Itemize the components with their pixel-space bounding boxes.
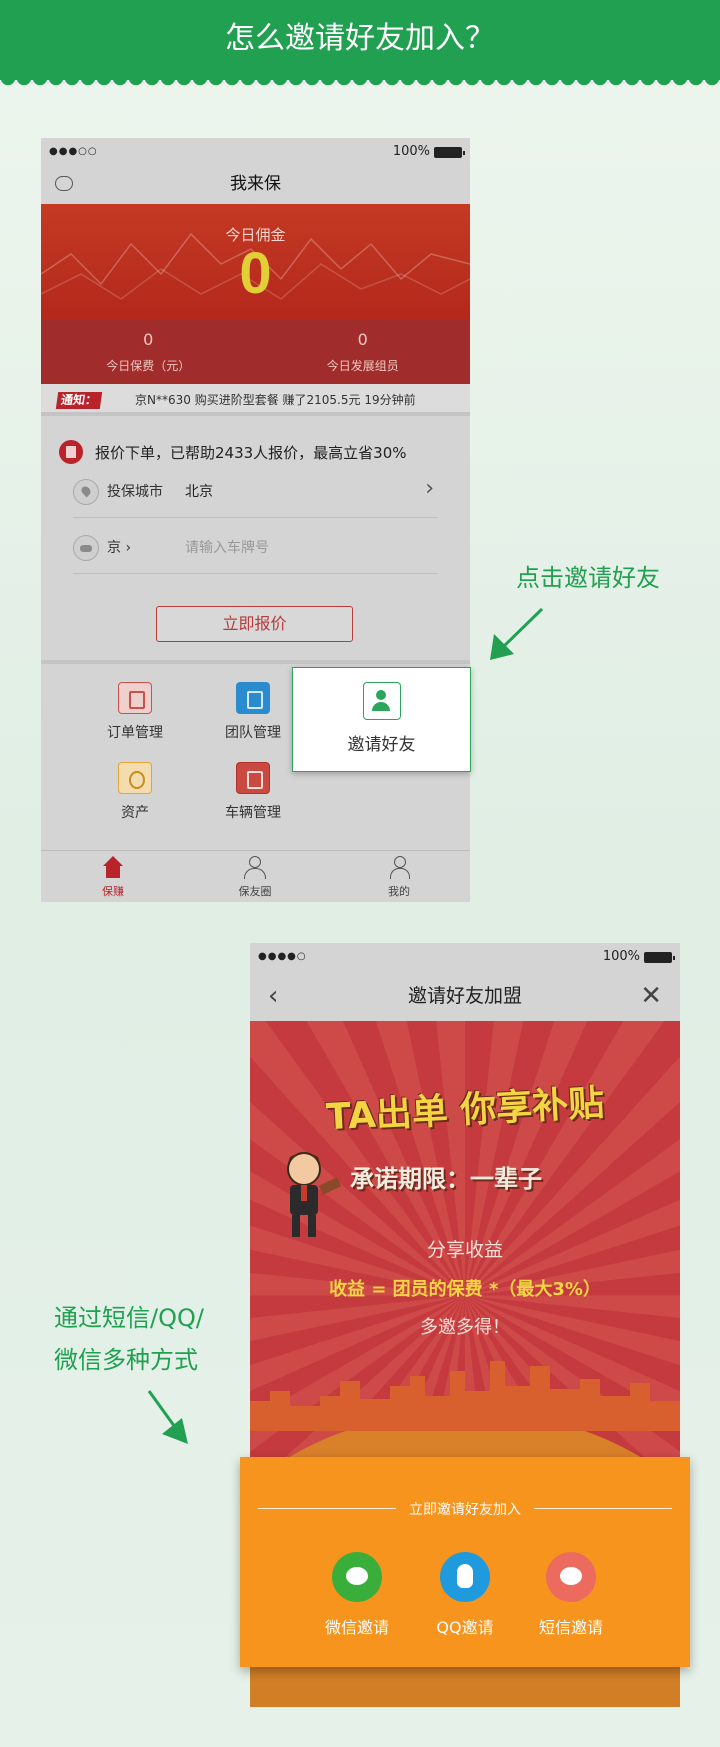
nav-bar: 我来保 [41,166,470,204]
stat-premium-label: 今日保费（元） [106,359,191,373]
stat-members-value: 0 [357,330,368,349]
poster-formula: 收益 = 团员的保费 *（最大3%） [329,1279,601,1300]
nav-title: 我来保 [230,174,281,194]
tab-community-label: 保友圈 [238,885,272,898]
battery-percent: 100% [392,144,430,159]
tab-me-label: 我的 [388,885,410,898]
clipboard-icon [118,682,152,714]
quote-button[interactable]: 立即报价 [156,606,353,642]
city-value: 北京 [185,484,213,500]
share-wechat-button[interactable]: 微信邀请 [307,1552,407,1638]
phone-screen-home: ●●●○○ 100% 我来保 今日佣金 0 0 今日保费（元） 0 今日发展组员… [41,138,470,902]
skyline-illustration [250,1361,680,1431]
city-row[interactable]: 投保城市 北京 › [73,464,438,518]
notice-bar[interactable]: 通知： 京N**630 购买进阶型套餐 赚了2105.5元 19分钟前 [41,384,470,416]
page-title: 怎么邀请好友加入？ [225,21,495,56]
battery-icon [434,147,465,158]
battery-percent: 100% [602,949,640,964]
callout-methods-line2: 微信多种方式 [54,1346,198,1374]
plate-input[interactable]: 请输入车牌号 [185,537,269,557]
stat-premium: 0 今日保费（元） [41,330,256,374]
poster-more: 多邀多得！ [420,1317,510,1338]
stat-members: 0 今日发展组员 [256,330,471,374]
status-bar: ●●●○○ 100% [41,138,470,166]
nav-bar: ‹ 邀请好友加盟 ✕ [250,971,680,1021]
document-icon [59,440,83,464]
stat-premium-value: 0 [143,330,154,349]
tab-community[interactable]: 保友圈 [215,856,295,899]
car-icon [236,762,270,794]
grid-assets-label: 资产 [121,805,149,821]
tab-bar: 保赚 保友圈 我的 [41,850,470,902]
notice-badge: 通知： [55,392,103,409]
sms-icon [546,1552,596,1602]
team-icon [236,682,270,714]
car-icon [73,535,99,561]
share-panel: 立即邀请好友加入 微信邀请 QQ邀请 短信邀请 [240,1457,690,1667]
arrow-down-right-icon [147,1390,188,1444]
grid-orders-label: 订单管理 [107,725,163,741]
city-label: 投保城市 [107,484,163,500]
status-bar: ●●●●○ 100% [250,943,680,971]
notice-text: 京N**630 购买进阶型套餐 赚了2105.5元 19分钟前 [135,393,416,407]
coins-icon [118,762,152,794]
chevron-right-icon: › [425,476,434,501]
header-scallop-edge [0,78,720,88]
user-icon [387,856,411,880]
stat-members-label: 今日发展组员 [326,359,399,373]
share-heading: 立即邀请好友加入 [409,1502,521,1518]
callout-methods-line1: 通过短信/QQ/ [54,1304,204,1332]
grid-team-label: 团队管理 [225,725,281,741]
wechat-icon [332,1552,382,1602]
poster-promise: 承诺期限：一辈子 [350,1165,542,1193]
section-divider [41,660,470,664]
share-sms-button[interactable]: 短信邀请 [521,1552,621,1638]
poster-title: TA出单 你享补贴 [325,1082,606,1139]
grid-assets[interactable]: 资产 [75,762,195,832]
plate-row: 京 › 请输入车牌号 [73,520,438,574]
message-icon[interactable] [55,176,73,191]
mascot-illustration [287,1152,342,1237]
grid-orders[interactable]: 订单管理 [75,682,195,752]
commission-amount: 0 [239,241,272,306]
signal-icon: ●●●○○ [49,146,98,157]
grid-vehicles[interactable]: 车辆管理 [193,762,313,832]
home-icon [101,856,125,880]
friends-icon [243,856,267,880]
callout-tap-invite: 点击邀请好友 [516,564,660,592]
signal-icon: ●●●●○ [258,951,307,962]
share-wechat-label: 微信邀请 [324,1618,389,1637]
battery-icon [644,952,675,963]
page-header: 怎么邀请好友加入？ [0,0,720,80]
tab-earn[interactable]: 保赚 [73,856,153,899]
nav-title: 邀请好友加盟 [407,985,522,1007]
share-qq-button[interactable]: QQ邀请 [415,1552,515,1638]
tab-me[interactable]: 我的 [359,856,439,899]
invite-friends-tile[interactable]: 邀请好友 [292,667,471,772]
plate-prefix-select[interactable]: 京 › [107,537,131,557]
location-icon [73,479,99,505]
add-user-icon [362,682,401,720]
arrow-down-left-icon [490,607,544,660]
back-icon[interactable]: ‹ [268,971,278,1021]
quote-headline: 报价下单，已帮助2433人报价，最高立省30% [95,444,407,462]
qq-icon [440,1552,490,1602]
share-sms-label: 短信邀请 [538,1618,603,1637]
grid-vehicles-label: 车辆管理 [225,805,281,821]
commission-hero: 今日佣金 0 0 今日保费（元） 0 今日发展组员 [41,204,470,384]
close-icon[interactable]: ✕ [640,971,662,1021]
invite-friends-label: 邀请好友 [347,735,416,755]
tab-earn-label: 保赚 [102,885,124,898]
share-qq-label: QQ邀请 [436,1618,494,1637]
poster-share: 分享收益 [426,1239,503,1261]
